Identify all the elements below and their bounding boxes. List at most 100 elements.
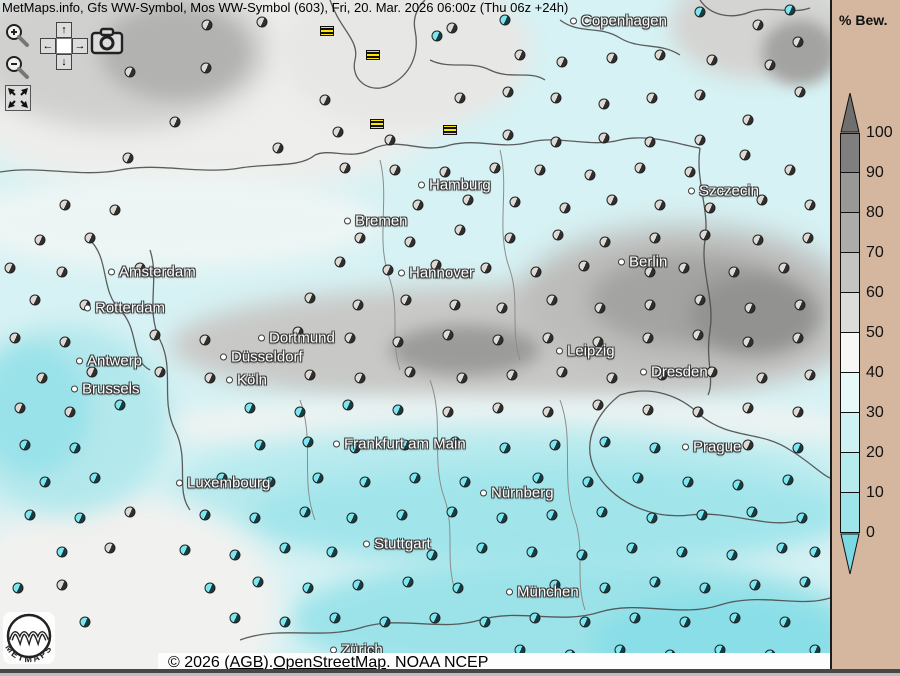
weather-symbol-cloud-icon bbox=[510, 197, 521, 208]
weather-symbol-cloud-icon bbox=[57, 580, 68, 591]
legend-tick-label: 30 bbox=[866, 404, 884, 422]
zoom-out-button[interactable] bbox=[5, 55, 31, 86]
weather-symbol-cloud-icon bbox=[455, 225, 466, 236]
weather-symbol-cloud-icon bbox=[600, 237, 611, 248]
city-name: Copenhagen bbox=[581, 13, 667, 30]
weather-symbol-clear-icon bbox=[797, 513, 808, 524]
weather-symbol-clear-icon bbox=[250, 513, 261, 524]
weather-symbol-cloud-icon bbox=[707, 367, 718, 378]
weather-symbol-cloud-icon bbox=[531, 267, 542, 278]
legend-band bbox=[840, 173, 860, 213]
weather-symbol-clear-icon bbox=[13, 583, 24, 594]
city-label-berlin: Berlin bbox=[618, 254, 667, 271]
weather-symbol-cloud-icon bbox=[405, 237, 416, 248]
weather-symbol-cloud-icon bbox=[340, 163, 351, 174]
weather-symbol-cloud-icon bbox=[655, 200, 666, 211]
weather-symbol-clear-icon bbox=[70, 443, 81, 454]
weather-symbol-cloud-icon bbox=[353, 300, 364, 311]
weather-symbol-clear-icon bbox=[255, 440, 266, 451]
weather-symbol-cloud-icon bbox=[535, 165, 546, 176]
legend-tick-label: 40 bbox=[866, 364, 884, 382]
city-label-rotterdam: Rotterdam bbox=[84, 300, 165, 317]
weather-symbol-cloud-icon bbox=[793, 333, 804, 344]
weather-symbol-cloud-icon bbox=[655, 50, 666, 61]
weather-symbol-clear-icon bbox=[580, 617, 591, 628]
pan-right-button[interactable]: → bbox=[72, 38, 88, 54]
weather-symbol-cloud-icon bbox=[805, 200, 816, 211]
weather-symbol-cloud-icon bbox=[30, 295, 41, 306]
map-canvas[interactable]: CopenhagenHamburgSzczecinBremenAmsterdam… bbox=[0, 0, 830, 676]
city-name: Dortmund bbox=[269, 330, 335, 347]
city-name: Luxembourg bbox=[187, 475, 270, 492]
metmaps-logo-icon: METMAPS bbox=[3, 610, 59, 670]
city-name: Hannover bbox=[409, 265, 474, 282]
weather-symbol-cloud-icon bbox=[401, 295, 412, 306]
weather-symbol-clear-icon bbox=[577, 550, 588, 561]
weather-symbol-cloud-icon bbox=[57, 267, 68, 278]
weather-symbol-cloud-icon bbox=[497, 303, 508, 314]
city-name: Düsseldorf bbox=[231, 349, 303, 366]
weather-symbol-cloud-icon bbox=[543, 407, 554, 418]
weather-symbol-clear-icon bbox=[353, 580, 364, 591]
legend-band bbox=[840, 413, 860, 453]
city-marker-icon bbox=[418, 182, 425, 189]
zoom-out-icon bbox=[5, 55, 31, 81]
city-label-dresden: Dresden bbox=[640, 364, 708, 381]
fullscreen-icon bbox=[6, 86, 30, 110]
weather-symbol-cloud-icon bbox=[803, 233, 814, 244]
weather-symbol-cloud-icon bbox=[647, 93, 658, 104]
weather-symbol-cloud-icon bbox=[595, 303, 606, 314]
weather-symbol-cloud-icon bbox=[643, 333, 654, 344]
weather-symbol-clear-icon bbox=[280, 543, 291, 554]
weather-symbol-cloud-icon bbox=[60, 337, 71, 348]
weather-symbol-clear-icon bbox=[633, 473, 644, 484]
weather-symbol-clear-icon bbox=[313, 473, 324, 484]
weather-symbol-clear-icon bbox=[747, 507, 758, 518]
weather-symbol-clear-icon bbox=[733, 480, 744, 491]
weather-symbol-clear-icon bbox=[600, 583, 611, 594]
city-label-luxembourg: Luxembourg bbox=[176, 475, 270, 492]
legend-tick-label: 20 bbox=[866, 444, 884, 462]
zoom-in-icon bbox=[5, 23, 31, 49]
weather-symbol-clear-icon bbox=[447, 507, 458, 518]
pan-down-button[interactable]: ↓ bbox=[56, 54, 72, 70]
city-marker-icon bbox=[258, 335, 265, 342]
weather-symbol-clear-icon bbox=[180, 545, 191, 556]
snapshot-button[interactable] bbox=[90, 27, 124, 60]
city-marker-icon bbox=[226, 377, 233, 384]
weather-symbol-cloud-icon bbox=[607, 53, 618, 64]
legend-band bbox=[840, 213, 860, 253]
city-marker-icon bbox=[688, 188, 695, 195]
city-marker-icon bbox=[570, 18, 577, 25]
weather-symbol-cloud-icon bbox=[707, 55, 718, 66]
legend-band bbox=[840, 133, 860, 173]
pan-up-button[interactable]: ↑ bbox=[56, 22, 72, 38]
weather-symbol-cloud-icon bbox=[493, 403, 504, 414]
weather-symbol-cloud-icon bbox=[455, 93, 466, 104]
legend-arrow-up-icon bbox=[840, 93, 860, 133]
weather-symbol-cloud-icon bbox=[205, 373, 216, 384]
weather-symbol-clear-icon bbox=[303, 437, 314, 448]
weather-symbol-cloud-icon bbox=[551, 93, 562, 104]
city-name: Bremen bbox=[355, 213, 408, 230]
city-label-d-sseldorf: Düsseldorf bbox=[220, 349, 303, 366]
weather-symbol-cloud-icon bbox=[405, 367, 416, 378]
weather-symbol-cloud-icon bbox=[443, 330, 454, 341]
weather-symbol-clear-icon bbox=[793, 443, 804, 454]
weather-symbol-cloud-icon bbox=[551, 137, 562, 148]
weather-symbol-cloud-icon bbox=[320, 95, 331, 106]
weather-symbol-cloud-icon bbox=[705, 203, 716, 214]
legend-panel: % Bew. 1009080706050403020100 bbox=[830, 0, 900, 676]
city-label-prague: Prague bbox=[682, 439, 741, 456]
weather-symbol-clear-icon bbox=[253, 577, 264, 588]
weather-symbol-clear-icon bbox=[677, 547, 688, 558]
pan-left-button[interactable]: ← bbox=[40, 38, 56, 54]
city-name: Frankfurt am Main bbox=[344, 436, 466, 453]
city-name: Köln bbox=[237, 372, 267, 389]
city-marker-icon bbox=[480, 490, 487, 497]
weather-symbol-cloud-icon bbox=[743, 115, 754, 126]
zoom-in-button[interactable] bbox=[5, 23, 31, 54]
fullscreen-button[interactable] bbox=[5, 85, 31, 111]
legend-tick-label: 0 bbox=[866, 524, 875, 542]
weather-symbol-cloud-icon bbox=[155, 367, 166, 378]
